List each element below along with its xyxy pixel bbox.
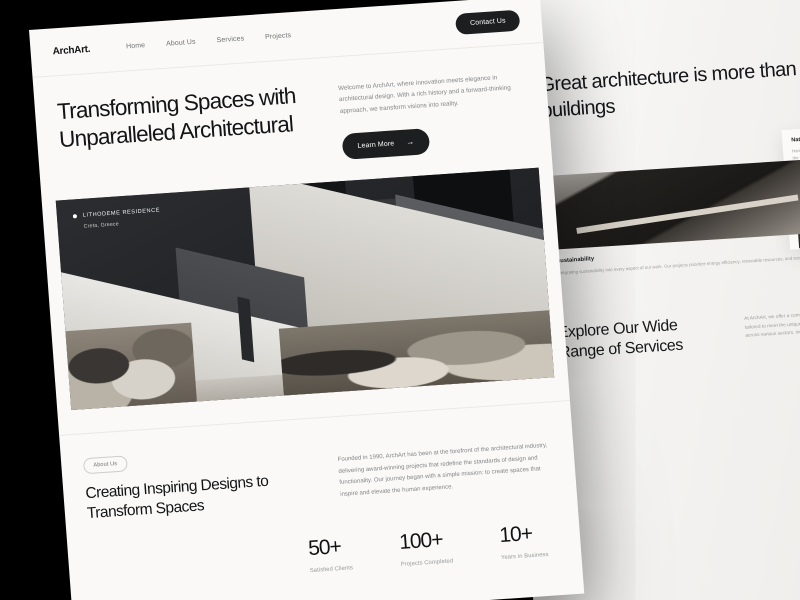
hero-right-column: Welcome to ArchArt, where innovation mee…	[337, 66, 529, 161]
nav-item-about-us[interactable]: About Us	[166, 39, 196, 48]
about-paragraph: Founded in 1990, ArchArt has been at the…	[337, 443, 548, 498]
hero-project-image[interactable]: LITHODEME RESIDENCE Creta, Greece	[55, 168, 555, 411]
card-natural-title: Natural	[791, 136, 800, 144]
about-left-column: About Us Creating Inspiring Designs to T…	[82, 439, 318, 524]
about-heading: Creating Inspiring Designs to Transform …	[84, 473, 269, 523]
card-sustainability[interactable]: Sustainability Integrating sustainabilit…	[550, 158, 800, 277]
brand-logo[interactable]: ArchArt.	[52, 44, 90, 58]
back-services-section: Explore Our Wide Range of Services At Ar…	[539, 301, 800, 365]
stat-label: Projects Completed	[400, 558, 454, 568]
learn-more-button[interactable]: Learn More →	[341, 128, 431, 161]
foreground-mockup: ArchArt. Home About Us Services Projects…	[29, 0, 585, 600]
back-quote: Great architecture is more than just bui…	[538, 56, 800, 123]
nav-links: Home About Us Services Projects	[126, 32, 292, 50]
card-sustainability-image	[550, 158, 800, 250]
stat-label: Years in Business	[500, 551, 549, 562]
about-section: About Us Creating Inspiring Designs to T…	[59, 400, 577, 526]
stat-item-projects-completed: 100+ Projects Completed	[398, 527, 454, 568]
stat-value: 100+	[398, 528, 444, 554]
nav-item-home[interactable]: Home	[126, 42, 146, 50]
composition-stage: to Transform Spaces design and functiona…	[0, 0, 800, 600]
hero-headline: Transforming Spaces with Unparalleled Ar…	[56, 83, 297, 152]
nav-item-services[interactable]: Services	[216, 35, 244, 44]
hero-paragraph: Welcome to ArchArt, where innovation mee…	[337, 74, 512, 115]
bullet-dot-icon	[72, 214, 78, 219]
contact-us-button[interactable]: Contact Us	[455, 9, 521, 35]
back-services-heading: Explore Our Wide Range of Services	[557, 316, 684, 362]
stat-label: Satisfied Clients	[309, 565, 354, 575]
image-layer-rocks-left	[55, 322, 198, 411]
stat-item-satisfied-clients: 50+ Satisfied Clients	[307, 534, 353, 574]
stat-value: 50+	[307, 535, 342, 561]
about-badge: About Us	[82, 455, 128, 475]
back-services-paragraph: At ArchArt, we offer a comprehensive ran…	[744, 307, 800, 340]
stats-row: 50+ Satisfied Clients 100+ Projects Comp…	[307, 519, 581, 574]
arrow-right-icon: →	[405, 137, 415, 147]
hero-image-wrapper: LITHODEME RESIDENCE Creta, Greece	[55, 168, 555, 411]
learn-more-label: Learn More	[357, 140, 395, 150]
stat-value: 10+	[498, 521, 533, 548]
nav-item-projects[interactable]: Projects	[265, 32, 292, 41]
stat-item-years-in-business: 10+ Years in Business	[499, 521, 549, 561]
